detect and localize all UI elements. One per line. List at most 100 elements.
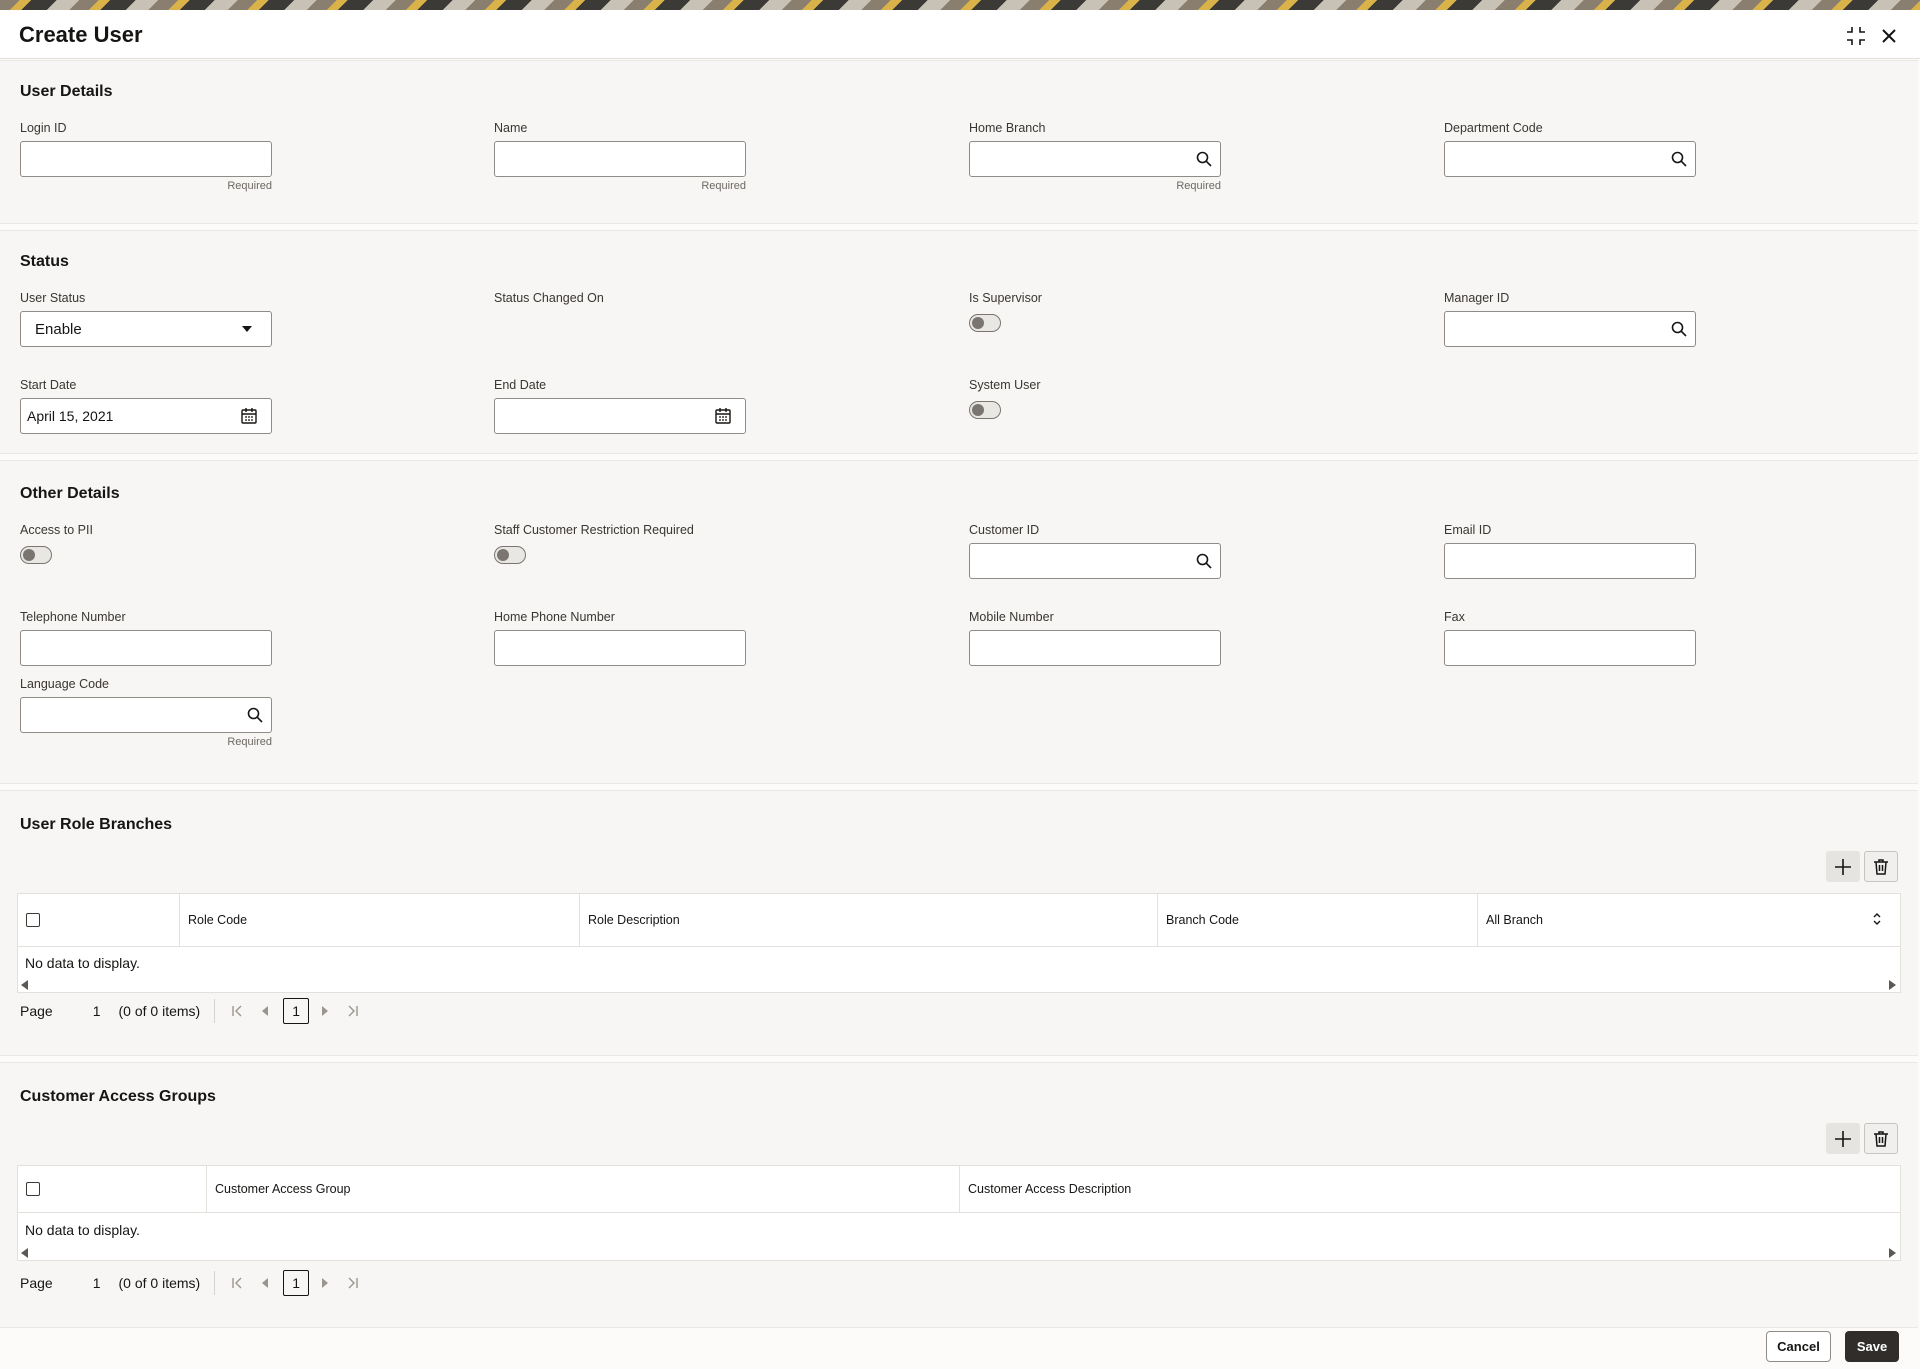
manager-id-field: Manager ID: [1444, 289, 1696, 347]
required-hint: Required: [1176, 180, 1221, 192]
prev-page-icon[interactable]: [253, 999, 277, 1023]
column-header-label: All Branch: [1486, 913, 1543, 927]
column-header[interactable]: All Branch: [1478, 894, 1902, 946]
page-number[interactable]: 1: [93, 1003, 101, 1019]
last-page-icon[interactable]: [341, 1271, 365, 1295]
select-all-cell: [18, 894, 180, 946]
required-hint: Required: [227, 736, 272, 748]
department-code-input[interactable]: [1444, 141, 1696, 177]
scroll-left-arrow[interactable]: [21, 980, 28, 990]
items-count: (0 of 0 items): [118, 1003, 201, 1019]
add-row-button[interactable]: [1826, 851, 1860, 882]
telephone-label: Telephone Number: [20, 610, 126, 624]
column-header[interactable]: Customer Access Group: [207, 1166, 960, 1212]
first-page-icon[interactable]: [225, 999, 249, 1023]
customer-access-groups-table: Customer Access Group Customer Access De…: [17, 1165, 1901, 1261]
table-header: Role Code Role Description Branch Code A…: [18, 894, 1900, 947]
trash-icon: [1874, 1130, 1888, 1147]
language-code-input[interactable]: [20, 697, 272, 733]
end-date-input[interactable]: [494, 398, 746, 434]
scroll-right-arrow[interactable]: [1889, 1248, 1896, 1258]
scroll-right-arrow[interactable]: [1889, 980, 1896, 990]
delete-row-button[interactable]: [1864, 851, 1898, 882]
pagination: Page 1 (0 of 0 items) 1: [20, 997, 365, 1025]
fax-field: Fax: [1444, 608, 1696, 666]
pagination: Page 1 (0 of 0 items) 1: [20, 1269, 365, 1297]
access-to-pii-toggle[interactable]: [20, 546, 52, 564]
login-id-input[interactable]: [20, 141, 272, 177]
last-page-icon[interactable]: [341, 999, 365, 1023]
telephone-input[interactable]: [20, 630, 272, 666]
manager-id-label: Manager ID: [1444, 291, 1510, 305]
next-page-icon[interactable]: [313, 999, 337, 1023]
scroll-left-arrow[interactable]: [21, 1248, 28, 1258]
is-supervisor-field: Is Supervisor: [969, 289, 1221, 332]
home-branch-label: Home Branch: [969, 121, 1046, 135]
current-page[interactable]: 1: [283, 998, 310, 1024]
department-code-label: Department Code: [1444, 121, 1543, 135]
plus-icon: [1835, 858, 1851, 875]
column-header[interactable]: Customer Access Description: [960, 1166, 1902, 1212]
staff-restriction-field: Staff Customer Restriction Required: [494, 521, 814, 564]
name-input[interactable]: [494, 141, 746, 177]
add-row-button[interactable]: [1826, 1123, 1860, 1154]
home-phone-input[interactable]: [494, 630, 746, 666]
close-icon[interactable]: [1877, 24, 1901, 48]
save-button[interactable]: Save: [1845, 1331, 1899, 1362]
login-id-label: Login ID: [20, 121, 67, 135]
mobile-label: Mobile Number: [969, 610, 1054, 624]
select-all-checkbox[interactable]: [26, 1182, 40, 1196]
user-details-section: User Details Login ID Required Name Requ…: [0, 60, 1918, 224]
end-date-label: End Date: [494, 378, 547, 392]
column-header[interactable]: Role Description: [580, 894, 1158, 946]
home-branch-field: Home Branch Required: [969, 119, 1221, 192]
mobile-input[interactable]: [969, 630, 1221, 666]
other-details-section: Other Details Access to PII Staff Custom…: [0, 460, 1918, 784]
minimize-icon[interactable]: [1844, 24, 1868, 48]
sort-icon[interactable]: [1872, 912, 1882, 928]
column-header[interactable]: Role Code: [180, 894, 580, 946]
search-icon[interactable]: [1669, 319, 1689, 339]
customer-access-groups-section: Customer Access Groups Customer Access G…: [0, 1062, 1918, 1328]
customer-id-input[interactable]: [969, 543, 1221, 579]
cancel-button[interactable]: Cancel: [1766, 1331, 1831, 1362]
next-page-icon[interactable]: [313, 1271, 337, 1295]
user-status-select[interactable]: Enable: [20, 311, 272, 347]
is-supervisor-toggle[interactable]: [969, 314, 1001, 332]
fax-input[interactable]: [1444, 630, 1696, 666]
status-changed-on-label: Status Changed On: [494, 291, 604, 305]
name-label: Name: [494, 121, 528, 135]
home-phone-label: Home Phone Number: [494, 610, 615, 624]
current-page[interactable]: 1: [283, 1270, 310, 1296]
access-to-pii-label: Access to PII: [20, 523, 93, 537]
email-id-input[interactable]: [1444, 543, 1696, 579]
email-id-label: Email ID: [1444, 523, 1492, 537]
calendar-icon[interactable]: [713, 406, 733, 426]
home-branch-input[interactable]: [969, 141, 1221, 177]
start-date-input[interactable]: April 15, 2021: [20, 398, 272, 434]
staff-restriction-toggle[interactable]: [494, 546, 526, 564]
items-count: (0 of 0 items): [118, 1275, 201, 1291]
system-user-toggle[interactable]: [969, 401, 1001, 419]
home-phone-field: Home Phone Number: [494, 608, 746, 666]
search-icon[interactable]: [1669, 149, 1689, 169]
page-number[interactable]: 1: [93, 1275, 101, 1291]
prev-page-icon[interactable]: [253, 1271, 277, 1295]
section-title: Status: [20, 253, 69, 270]
status-section: Status User Status Enable Status Changed…: [0, 230, 1918, 454]
section-title: User Details: [20, 83, 113, 100]
calendar-icon[interactable]: [239, 406, 259, 426]
customer-id-field: Customer ID: [969, 521, 1221, 579]
column-header[interactable]: Branch Code: [1158, 894, 1478, 946]
search-icon[interactable]: [245, 705, 265, 725]
manager-id-input[interactable]: [1444, 311, 1696, 347]
system-user-field: System User: [969, 376, 1221, 419]
select-all-checkbox[interactable]: [26, 913, 40, 927]
access-to-pii-field: Access to PII: [20, 521, 272, 564]
dialog-title: Create User: [19, 22, 143, 47]
first-page-icon[interactable]: [225, 1271, 249, 1295]
search-icon[interactable]: [1194, 149, 1214, 169]
search-icon[interactable]: [1194, 551, 1214, 571]
delete-row-button[interactable]: [1864, 1123, 1898, 1154]
telephone-field: Telephone Number: [20, 608, 272, 666]
